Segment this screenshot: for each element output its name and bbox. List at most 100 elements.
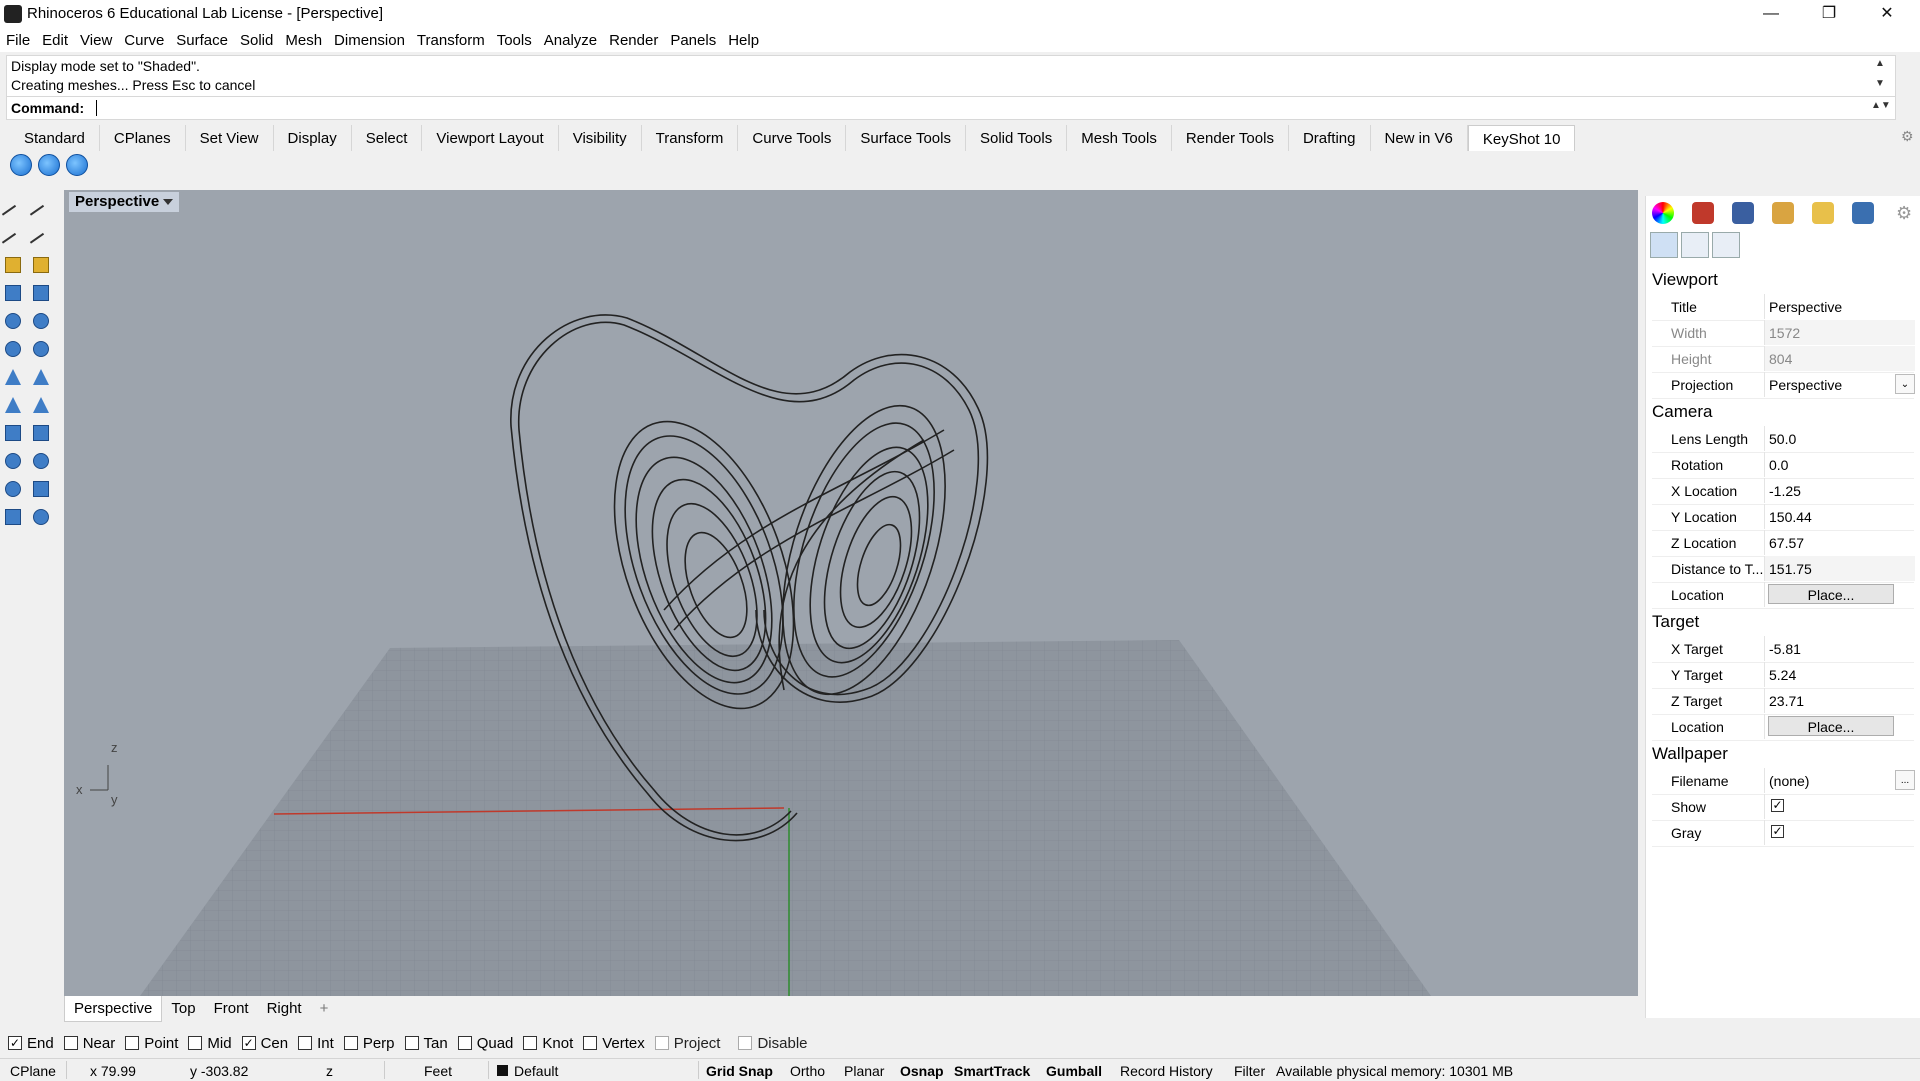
- command-history[interactable]: Display mode set to "Shaded". Creating m…: [6, 55, 1896, 97]
- network-icon[interactable]: [1712, 232, 1740, 258]
- status-smarttrack[interactable]: SmartTrack: [954, 1063, 1030, 1079]
- checkbox[interactable]: [654, 1036, 669, 1050]
- distance-to-target-field[interactable]: 151.75: [1764, 556, 1915, 581]
- status-planar[interactable]: Planar: [844, 1063, 884, 1079]
- ellipse-solid-icon[interactable]: [2, 450, 24, 472]
- truncated-cone-icon[interactable]: [30, 366, 52, 388]
- z-location-field[interactable]: 67.57: [1764, 530, 1915, 555]
- help-icon[interactable]: [1852, 202, 1874, 224]
- pencil-icon[interactable]: [1772, 202, 1794, 224]
- extrude-icon[interactable]: [30, 478, 52, 500]
- menu-view[interactable]: View: [74, 28, 118, 52]
- perspective-viewport[interactable]: z x y Perspective: [64, 190, 1638, 996]
- viewport-title-menu[interactable]: Perspective: [69, 192, 180, 212]
- command-spinner-icon[interactable]: ▲▼: [1871, 100, 1891, 111]
- status-record-history[interactable]: Record History: [1120, 1063, 1213, 1079]
- status-layer[interactable]: Default: [514, 1063, 558, 1079]
- title-field[interactable]: Perspective: [1764, 294, 1915, 319]
- ellipsoid-icon[interactable]: [30, 310, 52, 332]
- osnap-perp[interactable]: Perp: [343, 1032, 395, 1054]
- osnap-int[interactable]: Int: [298, 1032, 334, 1054]
- y-target-field[interactable]: 5.24: [1764, 662, 1915, 687]
- curve-icon[interactable]: [29, 226, 53, 256]
- gray-checkbox[interactable]: ✓: [1771, 825, 1784, 838]
- solid-box-icon[interactable]: [30, 282, 52, 304]
- polyline-icon[interactable]: [1, 226, 25, 256]
- status-osnap[interactable]: Osnap: [900, 1063, 944, 1079]
- viewport-tab-top[interactable]: Top: [162, 996, 204, 1022]
- osnap-cen[interactable]: ✓ Cen: [241, 1032, 288, 1054]
- tab-transform[interactable]: Transform: [642, 125, 739, 151]
- x-target-field[interactable]: -5.81: [1764, 636, 1915, 661]
- menu-panels[interactable]: Panels: [664, 28, 722, 52]
- place-camera-button[interactable]: Place...: [1768, 584, 1894, 604]
- checkbox[interactable]: [583, 1036, 598, 1050]
- color-wheel-icon[interactable]: [1652, 202, 1674, 224]
- camera-icon[interactable]: [1650, 232, 1678, 258]
- status-ortho[interactable]: Ortho: [790, 1063, 825, 1079]
- wedge-icon[interactable]: [30, 394, 52, 416]
- menu-curve[interactable]: Curve: [118, 28, 170, 52]
- y-location-field[interactable]: 150.44: [1764, 504, 1915, 529]
- checkbox[interactable]: [188, 1036, 203, 1050]
- menu-solid[interactable]: Solid: [234, 28, 279, 52]
- viewport-tab-front[interactable]: Front: [205, 996, 258, 1022]
- viewport-tab-perspective[interactable]: Perspective: [64, 996, 163, 1022]
- restore-button[interactable]: ❐: [1806, 0, 1852, 28]
- osnap-project[interactable]: Project: [654, 1032, 720, 1054]
- sphere-icon[interactable]: [2, 310, 24, 332]
- x-location-field[interactable]: -1.25: [1764, 478, 1915, 503]
- menu-render[interactable]: Render: [603, 28, 664, 52]
- tab-surface-tools[interactable]: Surface Tools: [846, 125, 966, 151]
- osnap-point[interactable]: Point: [125, 1032, 178, 1054]
- checkbox[interactable]: [343, 1036, 358, 1050]
- viewport-scene[interactable]: z x y: [64, 190, 1638, 996]
- viewport-tab-right[interactable]: Right: [258, 996, 311, 1022]
- keyshot-render-icon[interactable]: [10, 154, 32, 176]
- menu-analyze[interactable]: Analyze: [538, 28, 603, 52]
- checkbox[interactable]: [125, 1036, 140, 1050]
- tab-solid-tools[interactable]: Solid Tools: [966, 125, 1068, 151]
- tab-curve-tools[interactable]: Curve Tools: [738, 125, 847, 151]
- transform-icon[interactable]: [30, 254, 52, 276]
- checkbox[interactable]: [738, 1036, 753, 1050]
- show-checkbox[interactable]: ✓: [1771, 799, 1784, 812]
- close-button[interactable]: ✕: [1864, 0, 1910, 28]
- tab-keyshot-10[interactable]: KeyShot 10: [1467, 125, 1576, 151]
- filename-field[interactable]: (none)...: [1764, 768, 1915, 793]
- checkbox[interactable]: [63, 1036, 78, 1050]
- osnap-end[interactable]: ✓ End: [8, 1032, 54, 1054]
- tab-set-view[interactable]: Set View: [186, 125, 274, 151]
- revolve-icon[interactable]: [30, 450, 52, 472]
- status-grid-snap[interactable]: Grid Snap: [706, 1063, 773, 1079]
- checkbox[interactable]: [298, 1036, 313, 1050]
- menu-tools[interactable]: Tools: [491, 28, 538, 52]
- tab-new-in-v6[interactable]: New in V6: [1371, 125, 1468, 151]
- tab-drafting[interactable]: Drafting: [1289, 125, 1371, 151]
- tab-cplanes[interactable]: CPlanes: [100, 125, 186, 151]
- select-arrow-icon[interactable]: [1, 198, 25, 228]
- command-line[interactable]: Command: ▲▼: [6, 96, 1896, 120]
- tab-select[interactable]: Select: [352, 125, 423, 151]
- browse-button[interactable]: ...: [1895, 770, 1915, 790]
- checkbox[interactable]: ✓: [8, 1036, 22, 1050]
- menu-surface[interactable]: Surface: [170, 28, 234, 52]
- gear-icon[interactable]: ⚙: [1896, 202, 1918, 224]
- point-icon[interactable]: [29, 198, 53, 228]
- paraboloid-icon[interactable]: [30, 338, 52, 360]
- chevron-down-icon[interactable]: ⌄: [1895, 374, 1915, 394]
- pyramid-icon[interactable]: [2, 394, 24, 416]
- gear-icon[interactable]: ⚙: [1901, 129, 1915, 143]
- tab-display[interactable]: Display: [274, 125, 352, 151]
- cylinder-icon[interactable]: [2, 422, 24, 444]
- keyshot-update-icon[interactable]: [38, 154, 60, 176]
- osnap-tan[interactable]: Tan: [404, 1032, 448, 1054]
- mesh-icon[interactable]: [2, 506, 24, 528]
- checkbox[interactable]: [404, 1036, 419, 1050]
- render-icon[interactable]: [30, 506, 52, 528]
- osnap-mid[interactable]: Mid: [188, 1032, 232, 1054]
- menu-edit[interactable]: Edit: [36, 28, 74, 52]
- status-filter[interactable]: Filter: [1234, 1063, 1265, 1079]
- surface-icon[interactable]: [2, 254, 24, 276]
- pipe-icon[interactable]: [2, 478, 24, 500]
